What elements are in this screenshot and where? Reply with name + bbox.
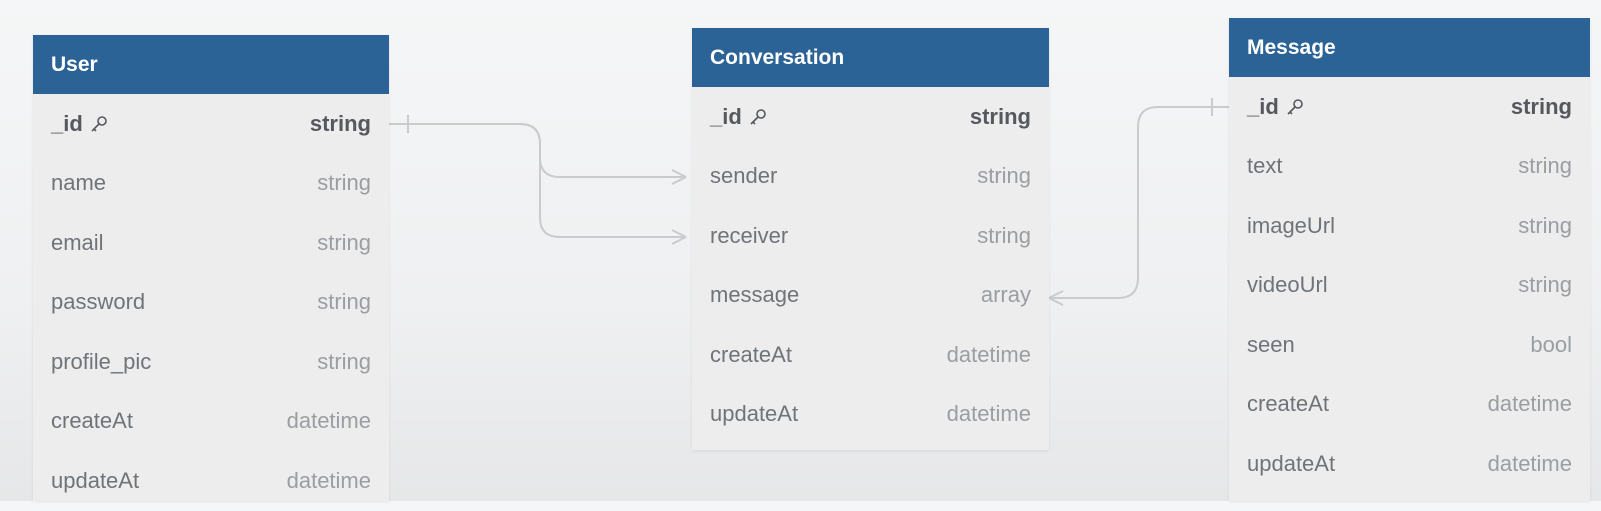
field-row[interactable]: createAt datetime <box>1229 375 1590 435</box>
key-icon <box>1285 97 1305 117</box>
field-row[interactable]: _id string <box>1229 77 1590 137</box>
field-type: datetime <box>286 408 371 434</box>
field-type: string <box>317 170 371 196</box>
field-list: _id string text string imageUrl string videoUr… <box>1229 77 1590 494</box>
field-type: string <box>977 163 1031 189</box>
field-row[interactable]: password string <box>33 273 389 333</box>
field-name: updateAt <box>710 401 798 427</box>
field-row[interactable]: sender string <box>692 147 1049 207</box>
field-name-text: message <box>710 282 800 308</box>
field-name-text: videoUrl <box>1247 272 1328 298</box>
field-type: string <box>1518 153 1572 179</box>
field-name: updateAt <box>1247 451 1335 477</box>
table-title: Conversation <box>692 28 1049 87</box>
field-name: password <box>51 289 145 315</box>
field-type: string <box>977 222 1031 248</box>
field-name-text: _id <box>1247 93 1279 119</box>
field-name-text: createAt <box>710 341 792 367</box>
field-name: _id <box>1247 94 1305 120</box>
field-type: datetime <box>946 401 1031 427</box>
field-row[interactable]: createAt datetime <box>33 392 389 452</box>
field-row[interactable]: updateAt datetime <box>33 451 389 511</box>
field-type: string <box>1510 93 1572 119</box>
field-row[interactable]: imageUrl string <box>1229 196 1590 256</box>
field-list: _id string name string email string password st… <box>33 94 389 511</box>
field-type: string <box>309 110 371 136</box>
field-type: string <box>969 103 1031 129</box>
field-name-text: profile_pic <box>51 348 152 374</box>
field-name: receiver <box>710 223 788 249</box>
field-name: name <box>51 170 106 196</box>
field-name: createAt <box>710 342 792 368</box>
field-name: imageUrl <box>1247 213 1335 239</box>
field-type: string <box>1518 272 1572 298</box>
field-name-text: createAt <box>1247 391 1329 417</box>
field-name: createAt <box>1247 391 1329 417</box>
field-type: bool <box>1530 331 1572 357</box>
field-row[interactable]: seen bool <box>1229 315 1590 375</box>
field-name: seen <box>1247 332 1295 358</box>
field-row[interactable]: text string <box>1229 137 1590 197</box>
field-name: message <box>710 282 799 308</box>
field-row[interactable]: profile_pic string <box>33 332 389 392</box>
field-name-text: createAt <box>51 408 133 434</box>
field-type: array <box>980 282 1031 308</box>
table-title: User <box>33 35 389 94</box>
crowfoot-sender <box>671 169 687 185</box>
field-name: sender <box>710 163 777 189</box>
field-name: text <box>1247 153 1282 179</box>
relation-user-receiver <box>519 123 686 238</box>
table-title: Message <box>1229 18 1590 77</box>
field-name-text: imageUrl <box>1247 212 1336 238</box>
field-type: datetime <box>286 467 371 493</box>
key-icon <box>748 107 768 127</box>
field-name: videoUrl <box>1247 272 1328 298</box>
field-row[interactable]: name string <box>33 154 389 214</box>
field-name: _id <box>710 104 768 130</box>
field-name-text: seen <box>1247 331 1295 357</box>
field-row[interactable]: message array <box>692 266 1049 326</box>
field-row[interactable]: updateAt datetime <box>692 385 1049 445</box>
field-name-text: sender <box>710 163 778 189</box>
field-name-text: _id <box>51 110 83 136</box>
field-name: profile_pic <box>51 349 151 375</box>
crowfoot-message <box>1048 290 1064 306</box>
field-name: _id <box>51 111 109 137</box>
field-name-text: updateAt <box>710 401 799 427</box>
field-name-text: email <box>51 229 104 255</box>
field-name: updateAt <box>51 468 139 494</box>
table-conversation[interactable]: Conversation _id string sender string receiv… <box>692 28 1049 450</box>
field-name-text: name <box>51 170 107 196</box>
field-type: datetime <box>946 341 1031 367</box>
field-row[interactable]: receiver string <box>692 206 1049 266</box>
field-type: datetime <box>1487 391 1572 417</box>
field-type: string <box>1518 212 1572 238</box>
field-name-text: updateAt <box>1247 450 1336 476</box>
field-name-text: text <box>1247 153 1283 179</box>
field-row[interactable]: _id string <box>33 94 389 154</box>
field-type: string <box>317 229 371 255</box>
table-user[interactable]: User _id string name string email string passw… <box>33 35 389 501</box>
field-row[interactable]: createAt datetime <box>692 325 1049 385</box>
field-type: string <box>317 348 371 374</box>
key-icon <box>89 114 109 134</box>
field-row[interactable]: _id string <box>692 87 1049 147</box>
field-row[interactable]: updateAt datetime <box>1229 434 1590 494</box>
field-name: createAt <box>51 408 133 434</box>
field-type: datetime <box>1487 450 1572 476</box>
field-name-text: _id <box>710 103 742 129</box>
field-name-text: updateAt <box>51 467 140 493</box>
relation-user-sender <box>389 123 686 178</box>
field-type: string <box>317 289 371 315</box>
table-message[interactable]: Message _id string text string imageUrl strin… <box>1229 18 1590 501</box>
field-row[interactable]: email string <box>33 213 389 273</box>
field-name: email <box>51 230 104 256</box>
field-name-text: password <box>51 289 146 315</box>
field-row[interactable]: videoUrl string <box>1229 256 1590 316</box>
relation-message <box>1049 106 1229 299</box>
field-list: _id string sender string receiver string messa… <box>692 87 1049 444</box>
field-name-text: receiver <box>710 222 789 248</box>
crowfoot-receiver <box>671 229 687 245</box>
